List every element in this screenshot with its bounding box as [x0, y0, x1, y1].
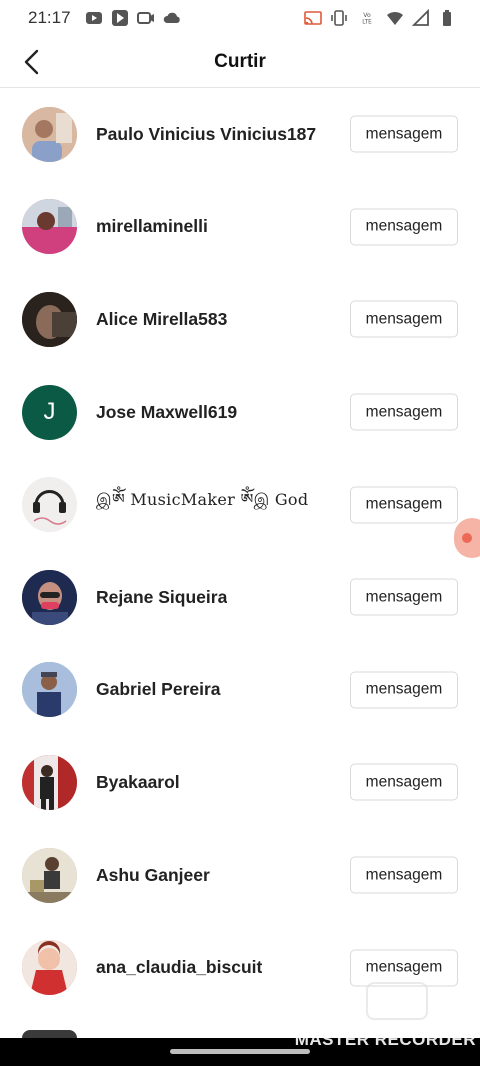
message-button[interactable]: mensagem	[350, 208, 458, 246]
message-button[interactable]: mensagem	[350, 393, 458, 431]
username[interactable]: Ashu Ganjeer	[96, 865, 210, 886]
battery-icon	[438, 9, 456, 27]
svg-text:Vo: Vo	[363, 12, 371, 19]
message-button[interactable]: mensagem	[350, 763, 458, 801]
avatar[interactable]	[22, 569, 77, 625]
avatar[interactable]	[22, 106, 77, 162]
message-button[interactable]: mensagem	[350, 856, 458, 894]
message-button[interactable]: mensagem	[350, 486, 458, 524]
likes-list: Paulo Vinicius Vinicius187 mensagem mire…	[0, 88, 480, 1038]
list-item[interactable]: Paulo Vinicius Vinicius187 mensagem	[0, 88, 480, 181]
back-arrow-icon	[24, 49, 39, 75]
watermark: MASTER RECORDER	[294, 1030, 476, 1049]
cast-icon	[304, 9, 322, 27]
avatar-initial: J	[43, 398, 56, 426]
vibrate-icon	[330, 9, 348, 27]
list-item[interactable]: Alice Mirella583 mensagem	[0, 273, 480, 366]
message-button[interactable]: mensagem	[350, 578, 458, 616]
username[interactable]: ana_claudia_biscuit	[96, 957, 262, 978]
username[interactable]: Gabriel Pereira	[96, 679, 221, 700]
avatar[interactable]	[22, 847, 77, 903]
list-item[interactable]: Ashu Ganjeer mensagem	[0, 829, 480, 922]
back-button[interactable]	[16, 46, 48, 78]
play-store-icon	[111, 9, 129, 27]
list-item[interactable]: mirellaminelli mensagem	[0, 181, 480, 274]
avatar[interactable]	[22, 662, 77, 718]
username[interactable]: Rejane Siqueira	[96, 587, 227, 608]
username[interactable]: Jose Maxwell619	[96, 402, 237, 423]
message-button[interactable]: mensagem	[350, 300, 458, 338]
svg-text:LTE: LTE	[362, 20, 372, 26]
message-button[interactable]: mensagem	[350, 671, 458, 709]
status-left: 21:17	[28, 8, 181, 28]
username[interactable]: Paulo Vinicius Vinicius187	[96, 124, 316, 145]
avatar[interactable]	[22, 199, 77, 255]
avatar[interactable]	[22, 754, 77, 810]
list-item[interactable]: Gabriel Pereira mensagem	[0, 644, 480, 737]
signal-icon	[412, 9, 430, 27]
message-button[interactable]: mensagem	[350, 115, 458, 153]
list-item[interactable]: Byakaarol mensagem	[0, 736, 480, 829]
list-item[interactable]: Rejane Siqueira mensagem	[0, 551, 480, 644]
avatar	[22, 1030, 77, 1038]
list-item[interactable]: இༀ MusicMaker ༀஇ God mensagem	[0, 458, 480, 551]
avatar[interactable]	[22, 291, 77, 347]
avatar[interactable]: J	[22, 384, 77, 440]
avatar[interactable]	[22, 477, 77, 533]
username[interactable]: Byakaarol	[96, 772, 180, 793]
recorder-camera-icon	[366, 982, 428, 1020]
message-button[interactable]: mensagem	[350, 949, 458, 987]
username[interactable]: mirellaminelli	[96, 216, 208, 237]
page-title: Curtir	[214, 50, 266, 72]
cloud-icon	[163, 9, 181, 27]
record-dot-icon	[462, 533, 472, 543]
home-handle[interactable]	[170, 1049, 310, 1054]
avatar[interactable]	[22, 940, 77, 996]
floating-bubble-button[interactable]	[454, 518, 480, 558]
camera-icon	[136, 9, 155, 27]
status-bar: 21:17 Vo LTE	[0, 0, 480, 36]
status-right: Vo LTE	[304, 9, 456, 27]
app-header: Curtir	[0, 36, 480, 88]
username[interactable]: Alice Mirella583	[96, 309, 227, 330]
youtube-icon	[85, 9, 103, 27]
status-time: 21:17	[28, 8, 71, 27]
username[interactable]: இༀ MusicMaker ༀஇ God	[96, 482, 308, 527]
volte-icon: Vo LTE	[356, 9, 378, 27]
list-item[interactable]: J Jose Maxwell619 mensagem	[0, 366, 480, 459]
wifi-icon	[386, 9, 404, 27]
